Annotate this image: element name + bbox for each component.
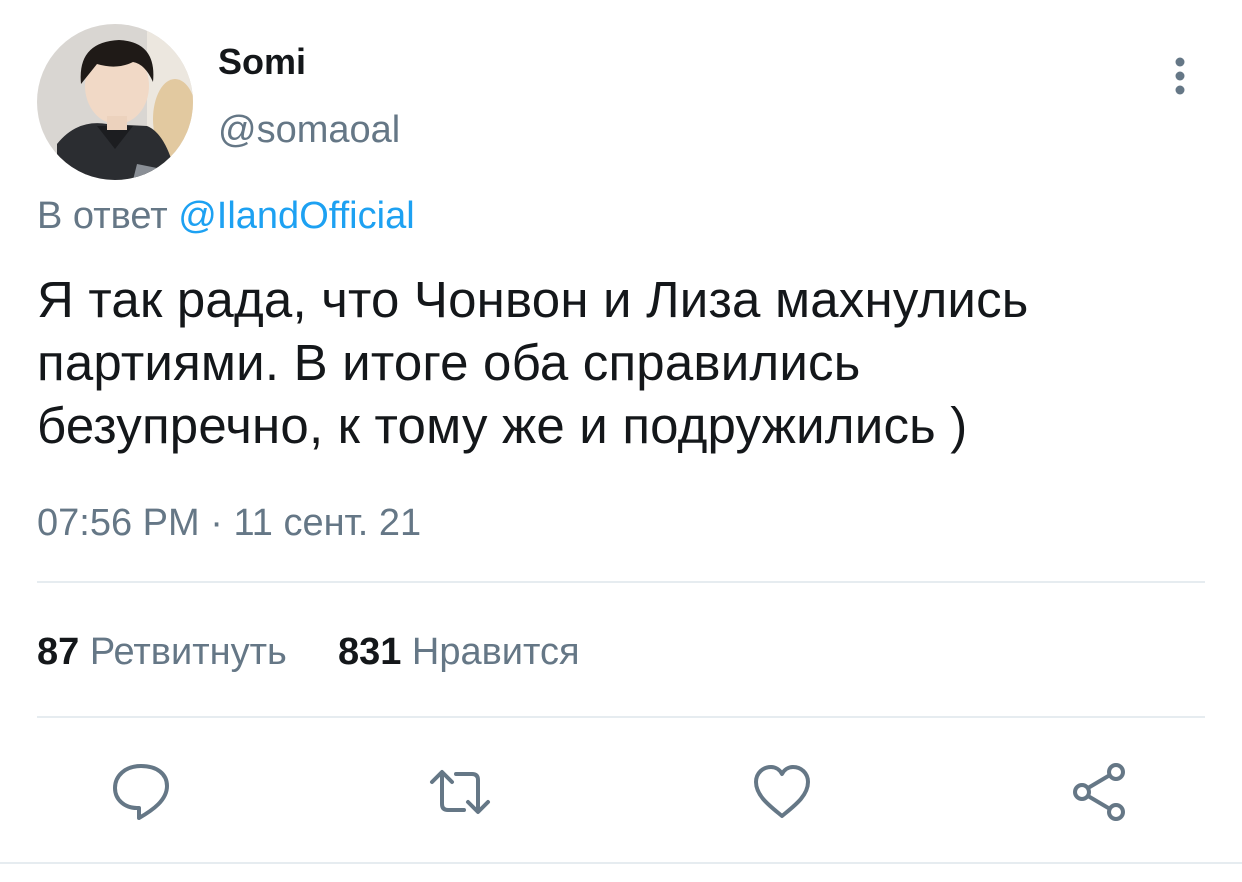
retweets-count: 87 xyxy=(37,631,80,673)
more-options-button[interactable] xyxy=(1160,52,1200,100)
tweet-timestamp: 07:56 PM · 11 сент. 21 xyxy=(37,500,421,546)
likes-stat[interactable]: 831 Нравится xyxy=(338,628,580,676)
retweets-stat[interactable]: 87 Ретвитнуть xyxy=(37,628,287,676)
timestamp-separator: · xyxy=(210,502,223,544)
tweet-text-line: Я так рада, что Чонвон и Лиза махнулись xyxy=(37,271,1029,328)
reply-button[interactable] xyxy=(109,760,173,824)
share-icon xyxy=(1073,763,1125,821)
like-heart-icon xyxy=(754,765,810,818)
user-handle[interactable]: @somaoal xyxy=(218,107,400,153)
tweet-text: Я так рада, что Чонвон и Лиза махнулись … xyxy=(37,268,1217,457)
tweet-date: 11 сент. 21 xyxy=(233,502,422,544)
tweet-time: 07:56 PM xyxy=(37,502,200,544)
more-vertical-icon xyxy=(1175,57,1185,95)
likes-label: Нравится xyxy=(411,631,580,673)
reply-prefix: В ответ xyxy=(37,195,168,237)
display-name[interactable]: Somi xyxy=(218,40,306,84)
likes-count: 831 xyxy=(337,631,402,673)
divider xyxy=(37,581,1205,583)
tweet-stats: 87 Ретвитнуть 831 Нравится xyxy=(37,628,580,676)
divider xyxy=(37,716,1205,718)
user-avatar-photo xyxy=(37,24,193,180)
reply-icon xyxy=(113,764,169,820)
reply-context: В ответ @IlandOfficial xyxy=(37,193,415,239)
avatar[interactable] xyxy=(37,24,193,180)
retweet-icon xyxy=(430,770,490,814)
retweet-button[interactable] xyxy=(428,760,492,824)
like-button[interactable] xyxy=(750,760,814,824)
bottom-divider xyxy=(0,862,1242,864)
reply-mention-link[interactable]: @IlandOfficial xyxy=(178,195,414,237)
share-button[interactable] xyxy=(1068,760,1132,824)
tweet-text-line: безупречно, к тому же и подружились ) xyxy=(37,397,968,454)
retweets-label: Ретвитнуть xyxy=(89,631,287,673)
tweet-text-line: партиями. В итоге оба справились xyxy=(37,334,861,391)
